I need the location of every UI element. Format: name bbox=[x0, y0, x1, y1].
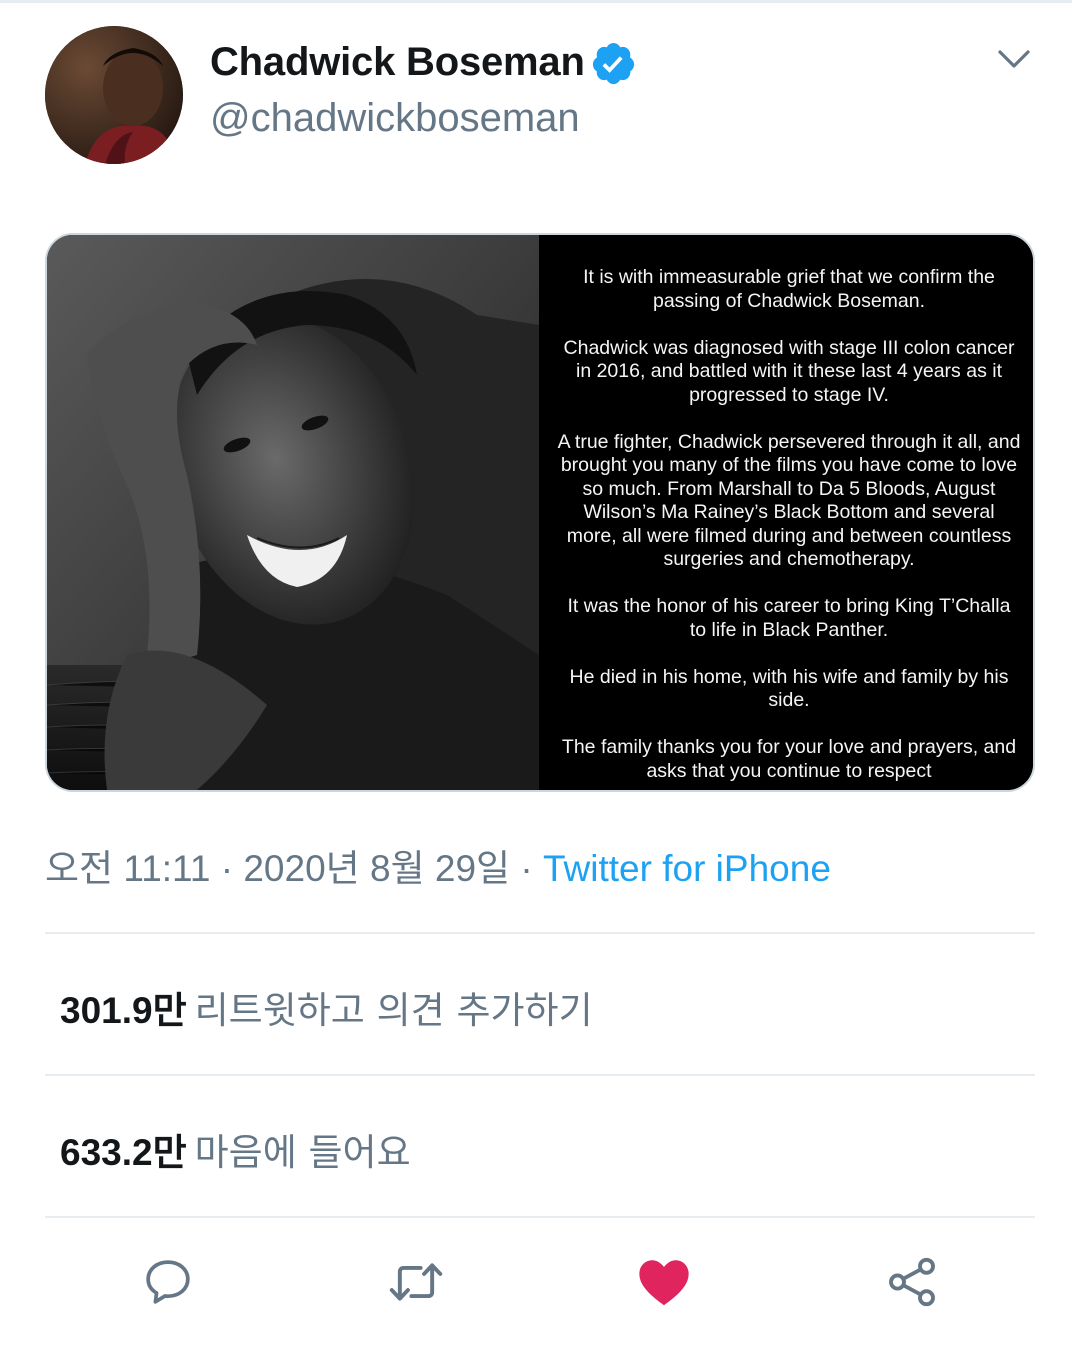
author-name[interactable]: Chadwick Boseman bbox=[210, 40, 585, 85]
share-icon bbox=[889, 1257, 935, 1307]
divider bbox=[45, 1216, 1035, 1218]
heart-icon bbox=[639, 1260, 689, 1306]
tweet-date[interactable]: 2020년 8월 29일 bbox=[243, 848, 510, 889]
statement-paragraph: It is with immeasurable grief that we co… bbox=[583, 266, 995, 312]
retweet-button[interactable] bbox=[384, 1250, 448, 1314]
tweet-time[interactable]: 오전 11:11 bbox=[45, 848, 210, 889]
like-stat[interactable]: 633.2만 마음에 들어요 bbox=[60, 1122, 411, 1176]
media-photo[interactable] bbox=[47, 235, 539, 790]
retweet-stat[interactable]: 301.9만 리트윗하고 의견 추가하기 bbox=[60, 980, 593, 1034]
verified-badge-icon bbox=[592, 42, 635, 85]
reply-icon bbox=[146, 1260, 190, 1304]
statement-paragraph: The family thanks you for your love and … bbox=[561, 736, 1017, 782]
divider bbox=[45, 932, 1035, 934]
retweet-icon bbox=[389, 1263, 443, 1301]
retweet-label: 리트윗하고 의견 추가하기 bbox=[194, 989, 593, 1032]
tweet-header: Chadwick Boseman @chadwickboseman bbox=[0, 0, 1072, 200]
tweet-media[interactable]: It is with immeasurable grief that we co… bbox=[45, 233, 1035, 792]
chevron-down-icon[interactable] bbox=[996, 44, 1032, 74]
divider bbox=[45, 1074, 1035, 1076]
meta-separator: · bbox=[220, 848, 234, 889]
like-label: 마음에 들어요 bbox=[194, 1131, 411, 1174]
statement-panel: It is with immeasurable grief that we co… bbox=[543, 235, 1033, 790]
meta-separator: · bbox=[520, 848, 533, 889]
statement-paragraph: It was the honor of his career to bring … bbox=[567, 595, 1011, 641]
share-button[interactable] bbox=[880, 1250, 944, 1314]
avatar-image bbox=[45, 26, 183, 164]
author-handle[interactable]: @chadwickboseman bbox=[210, 96, 580, 141]
like-count-unit: 만 bbox=[152, 1131, 187, 1174]
retweet-count: 301.9 bbox=[60, 990, 153, 1031]
statement-paragraph: A true fighter, Chadwick persevered thro… bbox=[557, 430, 1021, 571]
portrait-photo bbox=[47, 235, 539, 790]
tweet-actions bbox=[0, 1250, 1072, 1330]
statement-paragraph: Chadwick was diagnosed with stage III co… bbox=[563, 336, 1015, 406]
like-count: 633.2 bbox=[60, 1132, 153, 1173]
statement-paragraph: He died in his home, with his wife and f… bbox=[569, 665, 1009, 712]
retweet-count-unit: 만 bbox=[152, 989, 187, 1032]
like-button[interactable] bbox=[632, 1250, 696, 1314]
reply-button[interactable] bbox=[136, 1250, 200, 1314]
avatar[interactable] bbox=[45, 26, 183, 164]
tweet-metadata: 오전 11:11 · 2020년 8월 29일 · Twitter for iP… bbox=[45, 838, 831, 892]
statement-text: It is with immeasurable grief that we co… bbox=[557, 266, 1021, 790]
tweet-client-link[interactable]: Twitter for iPhone bbox=[543, 848, 831, 889]
